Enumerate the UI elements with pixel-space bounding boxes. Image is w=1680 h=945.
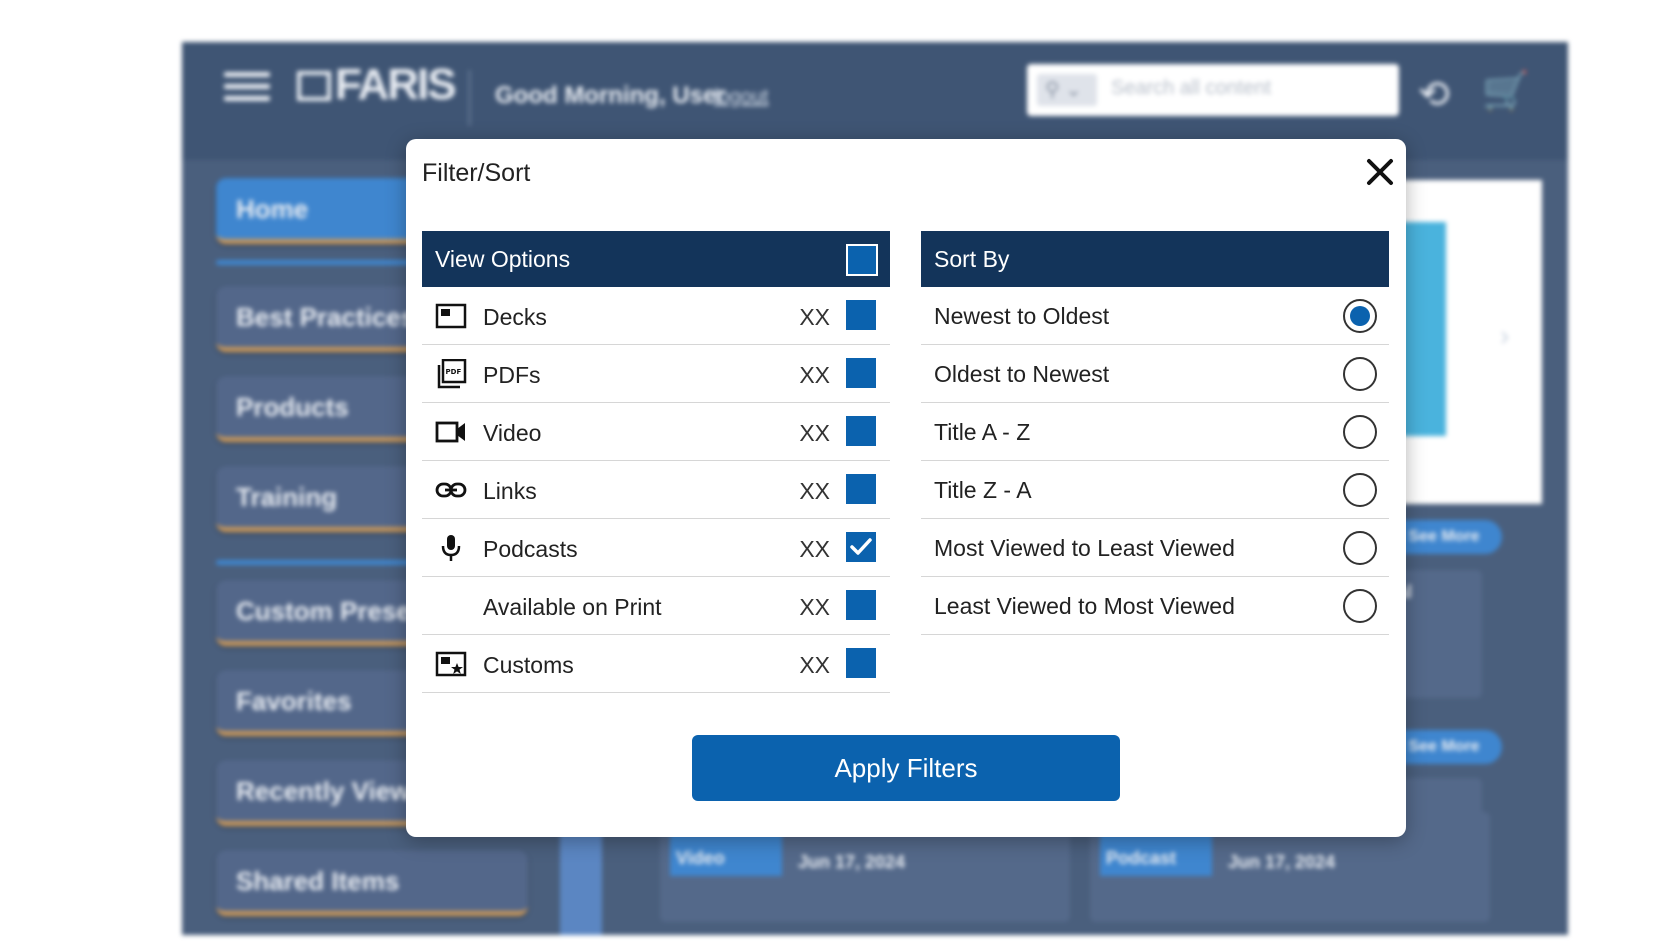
- sort-option-row[interactable]: Oldest to Newest: [921, 345, 1389, 403]
- card-date: Jun 17, 2024: [1228, 852, 1336, 872]
- view-options-list: Decks XX PDF PDFs XX Video XX Links XX Podcasts XX…: [422, 287, 890, 693]
- sort-option-label: Title Z - A: [934, 477, 1032, 503]
- sort-option-radio[interactable]: [1343, 299, 1377, 333]
- view-option-row[interactable]: Available on Print XX: [422, 577, 890, 635]
- search-icon[interactable]: ⚲ ⌄: [1037, 74, 1097, 106]
- view-option-label: Available on Print: [483, 594, 662, 620]
- logout-link[interactable]: logout: [714, 86, 769, 109]
- video-icon: [435, 417, 467, 447]
- cart-icon[interactable]: 🛒: [1482, 70, 1529, 114]
- sort-option-row[interactable]: Least Viewed to Most Viewed: [921, 577, 1389, 635]
- filter-sort-modal: Filter/Sort View Options Decks XX PDF PDFs X…: [406, 139, 1406, 837]
- close-icon[interactable]: [1363, 155, 1397, 189]
- view-option-label: Decks: [483, 304, 547, 330]
- view-option-count: XX: [799, 478, 830, 504]
- view-option-checkbox[interactable]: [846, 648, 876, 678]
- view-option-checkbox[interactable]: [846, 532, 876, 562]
- card-date: Jun 17, 2024: [798, 852, 906, 872]
- view-option-row[interactable]: PDF PDFs XX: [422, 345, 890, 403]
- view-option-row[interactable]: Links XX: [422, 461, 890, 519]
- view-option-label: Customs: [483, 652, 574, 678]
- microphone-icon: [435, 533, 467, 563]
- view-option-label: Podcasts: [483, 536, 578, 562]
- chevron-right-icon[interactable]: ›: [1500, 320, 1509, 352]
- sort-option-radio[interactable]: [1343, 415, 1377, 449]
- sort-option-label: Most Viewed to Least Viewed: [934, 535, 1235, 561]
- view-options-title: View Options: [435, 246, 571, 272]
- menu-icon[interactable]: [224, 72, 270, 104]
- view-option-checkbox[interactable]: [846, 358, 876, 388]
- search-input[interactable]: Search all content: [1111, 77, 1271, 100]
- sort-option-label: Title A - Z: [934, 419, 1031, 445]
- history-icon[interactable]: ⟲: [1418, 72, 1450, 117]
- sort-option-radio[interactable]: [1343, 531, 1377, 565]
- greeting-text: Good Morning, User: [495, 82, 726, 109]
- search-bar[interactable]: ⚲ ⌄ Search all content: [1027, 64, 1399, 116]
- sort-option-row[interactable]: Newest to Oldest: [921, 287, 1389, 345]
- view-option-count: XX: [799, 420, 830, 446]
- view-option-count: XX: [799, 304, 830, 330]
- view-option-checkbox[interactable]: [846, 416, 876, 446]
- view-option-count: XX: [799, 594, 830, 620]
- sort-option-radio[interactable]: [1343, 357, 1377, 391]
- sort-option-label: Newest to Oldest: [934, 303, 1110, 329]
- sort-by-list: Newest to Oldest Oldest to Newest Title A …: [921, 287, 1389, 635]
- view-option-label: PDFs: [483, 362, 541, 388]
- view-option-row[interactable]: Podcasts XX: [422, 519, 890, 577]
- header-divider: [468, 70, 471, 126]
- view-option-label: Links: [483, 478, 537, 504]
- view-option-count: XX: [799, 536, 830, 562]
- sort-option-row[interactable]: Most Viewed to Least Viewed: [921, 519, 1389, 577]
- view-option-row[interactable]: Video XX: [422, 403, 890, 461]
- sidebar-item-shared-items[interactable]: Shared Items: [216, 850, 528, 916]
- sort-option-label: Least Viewed to Most Viewed: [934, 593, 1235, 619]
- logo: FARIS: [297, 60, 457, 110]
- deck-icon: [435, 301, 467, 331]
- view-option-checkbox[interactable]: [846, 300, 876, 330]
- sort-option-row[interactable]: Title A - Z: [921, 403, 1389, 461]
- modal-title: Filter/Sort: [422, 159, 531, 187]
- select-all-checkbox[interactable]: [846, 244, 878, 276]
- sort-by-title: Sort By: [934, 246, 1010, 272]
- sort-option-label: Oldest to Newest: [934, 361, 1110, 387]
- sort-by-header: Sort By: [921, 231, 1389, 287]
- view-option-label: Video: [483, 420, 542, 446]
- custom-icon: [435, 649, 467, 679]
- sort-option-radio[interactable]: [1343, 473, 1377, 507]
- view-option-checkbox[interactable]: [846, 590, 876, 620]
- pdf-icon: PDF: [435, 358, 467, 389]
- link-icon: [435, 475, 467, 505]
- apply-filters-button[interactable]: Apply Filters: [692, 735, 1120, 801]
- svg-text:PDF: PDF: [446, 368, 462, 376]
- view-option-row[interactable]: Decks XX: [422, 287, 890, 345]
- view-option-count: XX: [799, 652, 830, 678]
- sort-option-radio[interactable]: [1343, 589, 1377, 623]
- view-option-row[interactable]: Customs XX: [422, 635, 890, 693]
- sort-option-row[interactable]: Title Z - A: [921, 461, 1389, 519]
- view-option-count: XX: [799, 362, 830, 388]
- view-option-checkbox[interactable]: [846, 474, 876, 504]
- view-options-header: View Options: [422, 231, 890, 287]
